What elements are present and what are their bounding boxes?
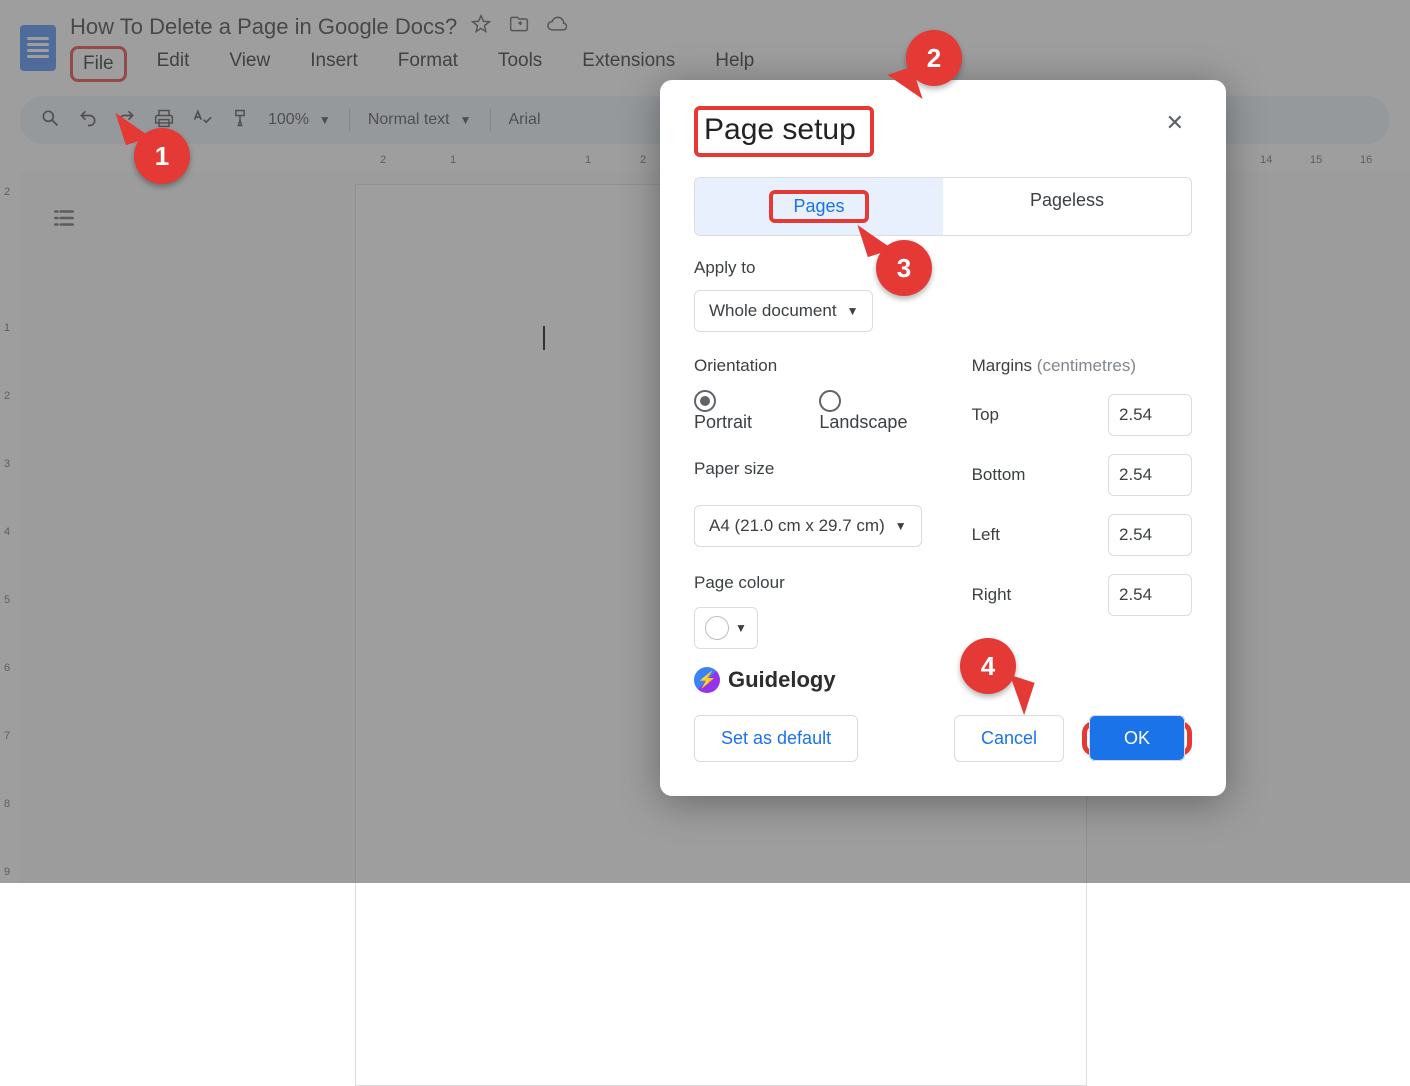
paper-size-select[interactable]: A4 (21.0 cm x 29.7 cm) ▼ [694, 505, 922, 547]
page-colour-select[interactable]: ▼ [694, 607, 758, 649]
apply-to-value: Whole document [709, 301, 837, 321]
page-colour-label: Page colour [694, 573, 938, 593]
watermark-brand: ⚡ Guidelogy [694, 667, 938, 693]
tab-pageless[interactable]: Pageless [943, 178, 1191, 235]
close-icon[interactable]: ✕ [1158, 106, 1192, 140]
apply-to-select[interactable]: Whole document ▼ [694, 290, 873, 332]
brand-icon: ⚡ [694, 667, 720, 693]
orientation-portrait-radio[interactable]: Portrait [694, 390, 783, 433]
orientation-portrait-label: Portrait [694, 412, 752, 432]
page-setup-dialog: Page setup ✕ Pages Pageless Apply to Who… [660, 80, 1226, 796]
paper-size-label: Paper size [694, 459, 938, 479]
margins-label: Margins (centimetres) [972, 356, 1192, 376]
margin-right-label: Right [972, 585, 1012, 605]
radio-checked-icon [694, 390, 716, 412]
radio-unchecked-icon [819, 390, 841, 412]
chevron-down-icon: ▼ [735, 621, 747, 635]
chevron-down-icon: ▼ [895, 519, 907, 533]
dialog-title: Page setup [694, 106, 874, 157]
orientation-landscape-label: Landscape [819, 412, 907, 432]
brand-text: Guidelogy [728, 667, 836, 693]
paper-size-value: A4 (21.0 cm x 29.7 cm) [709, 516, 885, 536]
margin-top-input[interactable]: 2.54 [1108, 394, 1192, 436]
margin-bottom-input[interactable]: 2.54 [1108, 454, 1192, 496]
tab-pages[interactable]: Pages [695, 178, 943, 235]
chevron-down-icon: ▼ [847, 304, 859, 318]
ok-button[interactable]: OK [1089, 715, 1185, 761]
cancel-button[interactable]: Cancel [954, 715, 1064, 762]
margin-left-input[interactable]: 2.54 [1108, 514, 1192, 556]
orientation-label: Orientation [694, 356, 938, 376]
page-mode-tabs: Pages Pageless [694, 177, 1192, 236]
annotation-number: 3 [897, 253, 911, 284]
margin-top-label: Top [972, 405, 999, 425]
annotation-number: 1 [155, 141, 169, 172]
colour-swatch-icon [705, 616, 729, 640]
annotation-step-4: 4 [960, 638, 1016, 694]
margins-unit: (centimetres) [1037, 356, 1136, 375]
apply-to-label: Apply to [694, 258, 1192, 278]
tab-pageless-label: Pageless [1030, 190, 1104, 210]
tab-pages-label: Pages [769, 190, 868, 223]
orientation-landscape-radio[interactable]: Landscape [819, 390, 937, 433]
annotation-step-1: 1 [134, 128, 190, 184]
margin-bottom-label: Bottom [972, 465, 1026, 485]
annotation-number: 4 [981, 651, 995, 682]
google-docs-app: How To Delete a Page in Google Docs? Fil… [0, 0, 1410, 883]
annotation-step-2: 2 [906, 30, 962, 86]
margin-right-input[interactable]: 2.54 [1108, 574, 1192, 616]
margin-left-label: Left [972, 525, 1000, 545]
ok-button-highlight: OK [1082, 721, 1192, 756]
set-default-button[interactable]: Set as default [694, 715, 858, 762]
annotation-number: 2 [927, 43, 941, 74]
annotation-step-3: 3 [876, 240, 932, 296]
